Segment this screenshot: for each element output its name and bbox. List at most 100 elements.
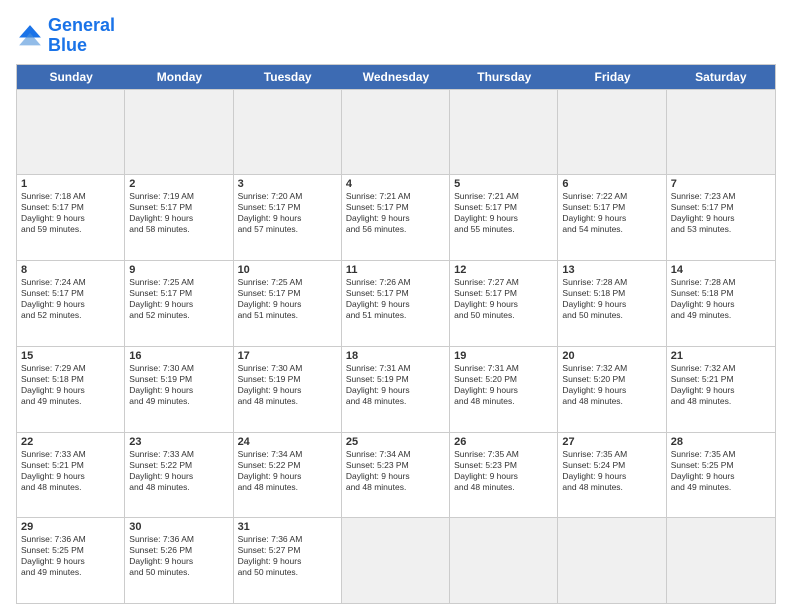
- calendar-row: 8Sunrise: 7:24 AMSunset: 5:17 PMDaylight…: [17, 260, 775, 346]
- cell-info-line: Sunset: 5:20 PM: [562, 374, 661, 385]
- calendar-cell: 16Sunrise: 7:30 AMSunset: 5:19 PMDayligh…: [125, 347, 233, 432]
- cell-info-line: Daylight: 9 hours: [238, 471, 337, 482]
- calendar-cell: 26Sunrise: 7:35 AMSunset: 5:23 PMDayligh…: [450, 433, 558, 518]
- calendar-cell: 2Sunrise: 7:19 AMSunset: 5:17 PMDaylight…: [125, 175, 233, 260]
- cell-info-line: Sunset: 5:17 PM: [129, 288, 228, 299]
- day-number: 16: [129, 350, 228, 362]
- cell-info-line: Daylight: 9 hours: [454, 385, 553, 396]
- cell-info-line: Sunrise: 7:29 AM: [21, 363, 120, 374]
- calendar-cell: 29Sunrise: 7:36 AMSunset: 5:25 PMDayligh…: [17, 518, 125, 603]
- cell-info-line: Sunset: 5:23 PM: [346, 460, 445, 471]
- calendar-cell: [558, 90, 666, 175]
- cell-info-line: Sunset: 5:23 PM: [454, 460, 553, 471]
- cell-info-line: and 52 minutes.: [129, 310, 228, 321]
- cell-info-line: Sunrise: 7:22 AM: [562, 191, 661, 202]
- calendar-header-cell: Tuesday: [234, 65, 342, 89]
- calendar-cell: 12Sunrise: 7:27 AMSunset: 5:17 PMDayligh…: [450, 261, 558, 346]
- calendar-cell: 3Sunrise: 7:20 AMSunset: 5:17 PMDaylight…: [234, 175, 342, 260]
- cell-info-line: Sunrise: 7:31 AM: [454, 363, 553, 374]
- cell-info-line: and 48 minutes.: [238, 396, 337, 407]
- calendar-cell: 27Sunrise: 7:35 AMSunset: 5:24 PMDayligh…: [558, 433, 666, 518]
- calendar-cell: 17Sunrise: 7:30 AMSunset: 5:19 PMDayligh…: [234, 347, 342, 432]
- page: General Blue SundayMondayTuesdayWednesda…: [0, 0, 792, 612]
- day-number: 31: [238, 521, 337, 533]
- calendar-cell: 6Sunrise: 7:22 AMSunset: 5:17 PMDaylight…: [558, 175, 666, 260]
- cell-info-line: Sunrise: 7:20 AM: [238, 191, 337, 202]
- day-number: 20: [562, 350, 661, 362]
- cell-info-line: Sunrise: 7:21 AM: [346, 191, 445, 202]
- calendar-cell: [450, 90, 558, 175]
- cell-info-line: and 48 minutes.: [346, 482, 445, 493]
- cell-info-line: and 50 minutes.: [129, 567, 228, 578]
- cell-info-line: Daylight: 9 hours: [562, 471, 661, 482]
- calendar-cell: [342, 90, 450, 175]
- calendar-row: 15Sunrise: 7:29 AMSunset: 5:18 PMDayligh…: [17, 346, 775, 432]
- cell-info-line: Daylight: 9 hours: [129, 385, 228, 396]
- calendar-cell: 15Sunrise: 7:29 AMSunset: 5:18 PMDayligh…: [17, 347, 125, 432]
- cell-info-line: and 56 minutes.: [346, 224, 445, 235]
- cell-info-line: Daylight: 9 hours: [454, 471, 553, 482]
- day-number: 1: [21, 178, 120, 190]
- day-number: 15: [21, 350, 120, 362]
- cell-info-line: Sunrise: 7:21 AM: [454, 191, 553, 202]
- cell-info-line: and 51 minutes.: [346, 310, 445, 321]
- cell-info-line: Sunset: 5:17 PM: [238, 202, 337, 213]
- cell-info-line: Sunset: 5:18 PM: [671, 288, 771, 299]
- calendar-cell: 18Sunrise: 7:31 AMSunset: 5:19 PMDayligh…: [342, 347, 450, 432]
- cell-info-line: Sunset: 5:17 PM: [238, 288, 337, 299]
- day-number: 28: [671, 436, 771, 448]
- cell-info-line: and 49 minutes.: [21, 396, 120, 407]
- cell-info-line: Sunset: 5:17 PM: [346, 288, 445, 299]
- cell-info-line: and 58 minutes.: [129, 224, 228, 235]
- day-number: 5: [454, 178, 553, 190]
- calendar-row: 1Sunrise: 7:18 AMSunset: 5:17 PMDaylight…: [17, 174, 775, 260]
- cell-info-line: Sunset: 5:17 PM: [454, 288, 553, 299]
- day-number: 2: [129, 178, 228, 190]
- cell-info-line: Sunset: 5:19 PM: [129, 374, 228, 385]
- day-number: 7: [671, 178, 771, 190]
- day-number: 14: [671, 264, 771, 276]
- calendar-cell: [667, 90, 775, 175]
- cell-info-line: Sunset: 5:21 PM: [21, 460, 120, 471]
- calendar-cell: 10Sunrise: 7:25 AMSunset: 5:17 PMDayligh…: [234, 261, 342, 346]
- cell-info-line: Daylight: 9 hours: [671, 213, 771, 224]
- cell-info-line: Sunrise: 7:32 AM: [671, 363, 771, 374]
- cell-info-line: Sunset: 5:22 PM: [238, 460, 337, 471]
- cell-info-line: Sunset: 5:25 PM: [21, 545, 120, 556]
- cell-info-line: Sunrise: 7:26 AM: [346, 277, 445, 288]
- calendar-cell: [234, 90, 342, 175]
- cell-info-line: and 51 minutes.: [238, 310, 337, 321]
- calendar-cell: 13Sunrise: 7:28 AMSunset: 5:18 PMDayligh…: [558, 261, 666, 346]
- cell-info-line: Sunset: 5:17 PM: [346, 202, 445, 213]
- cell-info-line: Sunrise: 7:36 AM: [129, 534, 228, 545]
- cell-info-line: Sunrise: 7:36 AM: [21, 534, 120, 545]
- cell-info-line: Daylight: 9 hours: [21, 385, 120, 396]
- cell-info-line: and 53 minutes.: [671, 224, 771, 235]
- cell-info-line: and 48 minutes.: [21, 482, 120, 493]
- calendar-cell: 20Sunrise: 7:32 AMSunset: 5:20 PMDayligh…: [558, 347, 666, 432]
- day-number: 25: [346, 436, 445, 448]
- cell-info-line: Daylight: 9 hours: [21, 213, 120, 224]
- cell-info-line: Sunset: 5:24 PM: [562, 460, 661, 471]
- calendar-cell: 25Sunrise: 7:34 AMSunset: 5:23 PMDayligh…: [342, 433, 450, 518]
- cell-info-line: and 57 minutes.: [238, 224, 337, 235]
- logo-text: General Blue: [48, 16, 115, 56]
- cell-info-line: Daylight: 9 hours: [129, 213, 228, 224]
- cell-info-line: Sunset: 5:17 PM: [562, 202, 661, 213]
- cell-info-line: Daylight: 9 hours: [346, 471, 445, 482]
- cell-info-line: and 59 minutes.: [21, 224, 120, 235]
- cell-info-line: Daylight: 9 hours: [562, 385, 661, 396]
- cell-info-line: and 50 minutes.: [454, 310, 553, 321]
- calendar-cell: 22Sunrise: 7:33 AMSunset: 5:21 PMDayligh…: [17, 433, 125, 518]
- day-number: 22: [21, 436, 120, 448]
- calendar-cell: 8Sunrise: 7:24 AMSunset: 5:17 PMDaylight…: [17, 261, 125, 346]
- calendar-header-cell: Thursday: [450, 65, 558, 89]
- day-number: 29: [21, 521, 120, 533]
- calendar-cell: 21Sunrise: 7:32 AMSunset: 5:21 PMDayligh…: [667, 347, 775, 432]
- calendar-cell: [667, 518, 775, 603]
- cell-info-line: Sunrise: 7:25 AM: [129, 277, 228, 288]
- calendar-cell: 24Sunrise: 7:34 AMSunset: 5:22 PMDayligh…: [234, 433, 342, 518]
- cell-info-line: Daylight: 9 hours: [129, 471, 228, 482]
- cell-info-line: Daylight: 9 hours: [671, 471, 771, 482]
- cell-info-line: Daylight: 9 hours: [238, 299, 337, 310]
